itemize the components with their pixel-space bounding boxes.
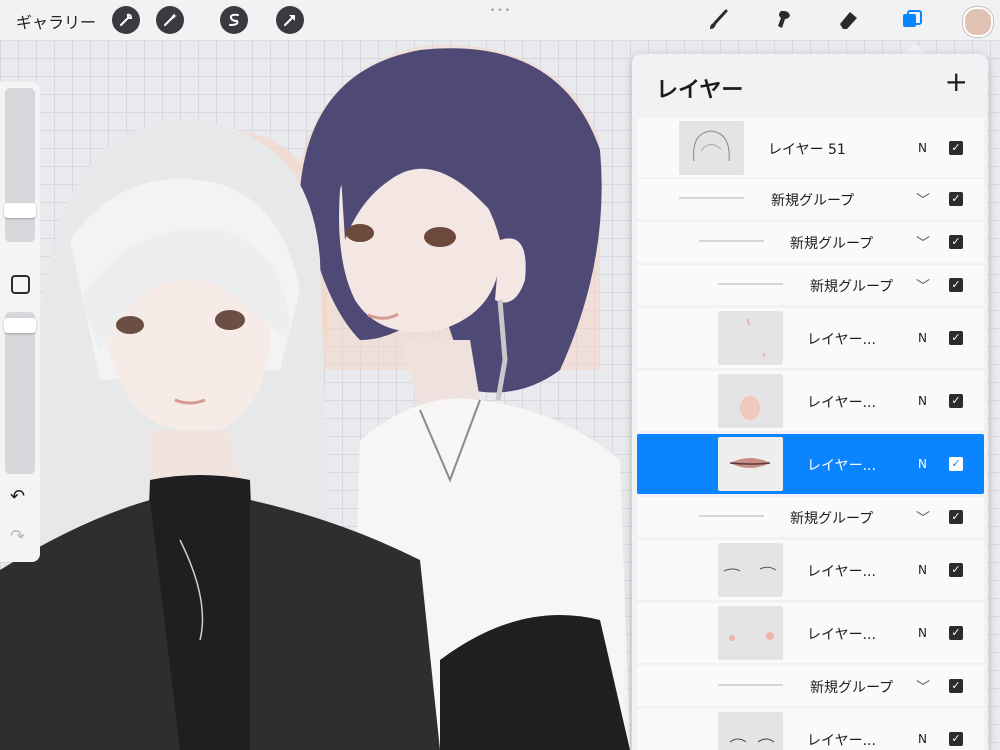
eraser-icon[interactable] bbox=[834, 6, 862, 34]
group-name[interactable]: 新規グループ bbox=[810, 276, 893, 296]
group-name[interactable]: 新規グループ bbox=[790, 508, 873, 528]
drag-handle[interactable]: ••• bbox=[490, 6, 512, 16]
blend-mode[interactable]: N bbox=[918, 394, 927, 408]
layer-row-selected[interactable]: レイヤー... N ✓ bbox=[637, 434, 984, 494]
layer-row[interactable]: レイヤー... N ✓ bbox=[637, 308, 984, 368]
chevron-down-icon[interactable]: ﹀ bbox=[916, 276, 930, 296]
group-indent-line bbox=[679, 197, 744, 199]
layer-name[interactable]: レイヤー... bbox=[807, 392, 876, 412]
panel-title: レイヤー bbox=[656, 78, 744, 103]
chevron-down-icon[interactable]: ﹀ bbox=[916, 190, 930, 210]
group-row[interactable]: 新規グループ ﹀ ✓ bbox=[637, 265, 984, 305]
top-toolbar: ギャラリー ••• bbox=[0, 0, 1000, 41]
visibility-checkbox[interactable]: ✓ bbox=[949, 192, 963, 206]
layer-row[interactable]: レイヤー... N ✓ bbox=[637, 540, 984, 600]
layer-thumbnail bbox=[718, 374, 783, 428]
opacity-thumb[interactable] bbox=[4, 318, 36, 333]
layer-thumbnail bbox=[718, 543, 783, 597]
group-name[interactable]: 新規グループ bbox=[771, 190, 854, 210]
smudge-icon[interactable] bbox=[770, 6, 798, 34]
group-name[interactable]: 新規グループ bbox=[790, 233, 873, 253]
layer-row[interactable]: レイヤー... N ✓ bbox=[637, 709, 984, 750]
chevron-down-icon[interactable]: ﹀ bbox=[916, 508, 930, 528]
layer-thumbnail bbox=[718, 606, 783, 660]
visibility-checkbox[interactable]: ✓ bbox=[949, 732, 963, 746]
visibility-checkbox[interactable]: ✓ bbox=[949, 394, 963, 408]
magic-wand-icon[interactable] bbox=[156, 6, 184, 34]
blend-mode[interactable]: N bbox=[918, 331, 927, 345]
group-name[interactable]: 新規グループ bbox=[810, 677, 893, 697]
layer-row[interactable]: レイヤー 51 N ✓ bbox=[637, 118, 984, 177]
visibility-checkbox[interactable]: ✓ bbox=[949, 457, 963, 471]
visibility-checkbox[interactable]: ✓ bbox=[949, 679, 963, 693]
layer-name[interactable]: レイヤー... bbox=[807, 624, 876, 644]
visibility-checkbox[interactable]: ✓ bbox=[949, 563, 963, 577]
group-row[interactable]: 新規グループ ﹀ ✓ bbox=[637, 497, 984, 537]
brush-size-thumb[interactable] bbox=[4, 203, 36, 218]
blend-mode[interactable]: N bbox=[918, 141, 927, 155]
blend-mode[interactable]: N bbox=[918, 626, 927, 640]
color-swatch-button[interactable] bbox=[963, 7, 993, 37]
layer-name[interactable]: レイヤー... bbox=[807, 730, 876, 750]
layer-name[interactable]: レイヤー... bbox=[807, 455, 876, 475]
visibility-checkbox[interactable]: ✓ bbox=[949, 331, 963, 345]
group-indent-line bbox=[718, 283, 783, 285]
add-layer-button[interactable]: + bbox=[945, 68, 968, 96]
layer-row[interactable]: レイヤー... N ✓ bbox=[637, 603, 984, 663]
modify-button[interactable] bbox=[11, 275, 30, 294]
visibility-checkbox[interactable]: ✓ bbox=[949, 141, 963, 155]
layer-name[interactable]: レイヤー... bbox=[807, 561, 876, 581]
layer-name[interactable]: レイヤー... bbox=[807, 329, 876, 349]
layer-thumbnail bbox=[718, 712, 783, 750]
brush-size-slider[interactable] bbox=[4, 88, 36, 242]
transform-arrow-icon[interactable] bbox=[276, 6, 304, 34]
chevron-down-icon[interactable]: ﹀ bbox=[916, 677, 930, 697]
group-indent-line bbox=[699, 240, 764, 242]
visibility-checkbox[interactable]: ✓ bbox=[949, 235, 963, 249]
layers-icon[interactable] bbox=[898, 6, 926, 34]
layers-panel: レイヤー + レイヤー 51 N ✓ 新規グループ ﹀ ✓ 新規グループ ﹀ ✓… bbox=[632, 54, 988, 750]
left-sidebar: ↶ ↷ bbox=[0, 82, 40, 562]
visibility-checkbox[interactable]: ✓ bbox=[949, 278, 963, 292]
group-row[interactable]: 新規グループ ﹀ ✓ bbox=[637, 666, 984, 706]
selection-s-icon[interactable] bbox=[220, 6, 248, 34]
layer-name[interactable]: レイヤー 51 bbox=[768, 139, 846, 159]
blend-mode[interactable]: N bbox=[918, 457, 927, 471]
visibility-checkbox[interactable]: ✓ bbox=[949, 510, 963, 524]
group-row[interactable]: 新規グループ ﹀ ✓ bbox=[637, 179, 984, 219]
gallery-button[interactable]: ギャラリー bbox=[16, 9, 96, 33]
layer-row[interactable]: レイヤー... N ✓ bbox=[637, 371, 984, 431]
layer-thumbnail bbox=[718, 311, 783, 365]
undo-icon[interactable]: ↶ bbox=[10, 486, 25, 507]
visibility-checkbox[interactable]: ✓ bbox=[949, 626, 963, 640]
redo-icon[interactable]: ↷ bbox=[10, 526, 25, 547]
chevron-down-icon[interactable]: ﹀ bbox=[916, 233, 930, 253]
layer-thumbnail bbox=[718, 437, 783, 491]
opacity-slider[interactable] bbox=[4, 312, 36, 474]
brush-icon[interactable] bbox=[704, 6, 732, 34]
group-row[interactable]: 新規グループ ﹀ ✓ bbox=[637, 222, 984, 262]
blend-mode[interactable]: N bbox=[918, 732, 927, 746]
group-indent-line bbox=[718, 684, 783, 686]
group-indent-line bbox=[699, 515, 764, 517]
layer-thumbnail bbox=[679, 121, 744, 175]
panel-pointer bbox=[904, 43, 926, 54]
blend-mode[interactable]: N bbox=[918, 563, 927, 577]
wrench-icon[interactable] bbox=[112, 6, 140, 34]
